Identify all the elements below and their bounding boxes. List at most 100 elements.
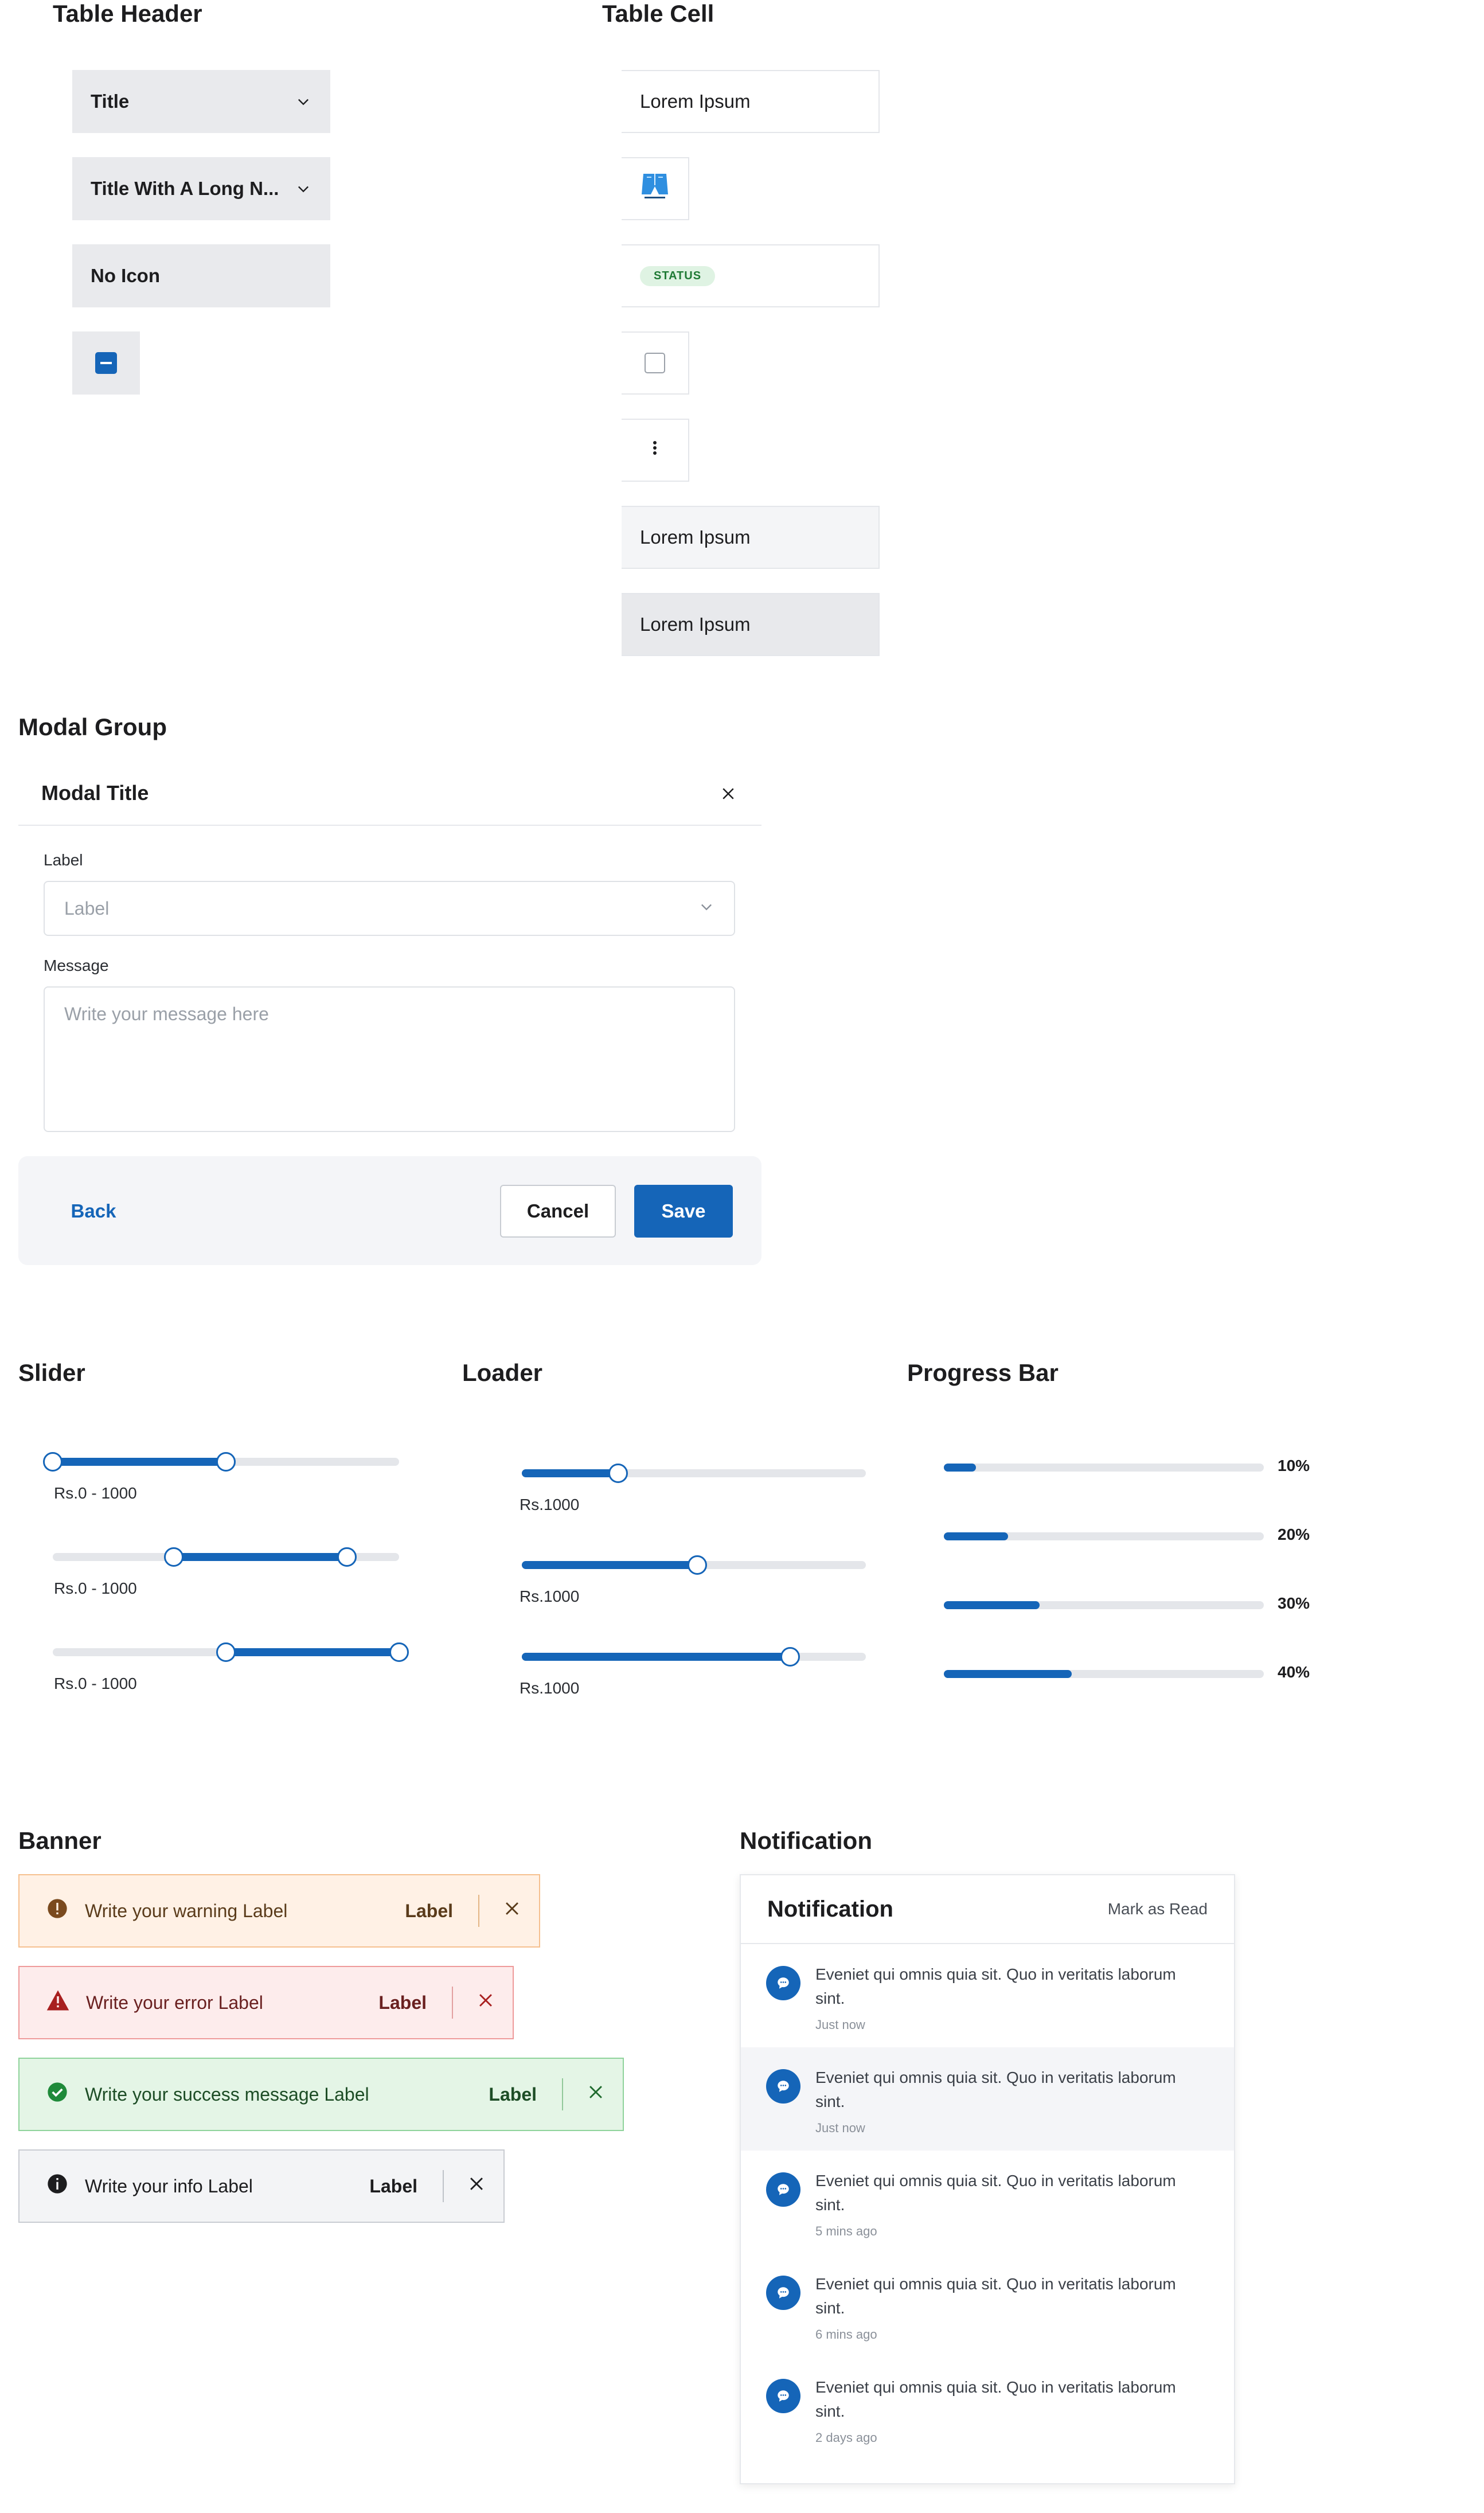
slider-min-handle[interactable] xyxy=(216,1642,236,1662)
table-header-checkbox[interactable] xyxy=(72,331,140,395)
banner-action-label[interactable]: Label xyxy=(405,1901,453,1922)
loader-handle xyxy=(780,1647,800,1667)
progress-percent-label: 30% xyxy=(1278,1594,1310,1612)
loader-section-title: Loader xyxy=(462,1359,543,1386)
table-header-title[interactable]: Title xyxy=(72,70,330,133)
banner-action-label[interactable]: Label xyxy=(369,2176,417,2197)
notification-text: Eveniet qui omnis quia sit. Quo in verit… xyxy=(815,2172,1176,2214)
progress-percent-label: 20% xyxy=(1278,1525,1310,1543)
cancel-button[interactable]: Cancel xyxy=(500,1185,616,1238)
table-header-label: Title With A Long N... xyxy=(91,178,279,199)
slider-max-handle[interactable] xyxy=(389,1642,409,1662)
notification-time: 5 mins ago xyxy=(815,2224,877,2238)
notification-header: Notification Mark as Read xyxy=(741,1875,1234,1944)
textarea-placeholder: Write your message here xyxy=(64,1004,269,1024)
notification-item[interactable]: Eveniet qui omnis quia sit. Quo in verit… xyxy=(741,2254,1234,2357)
message-textarea[interactable]: Write your message here xyxy=(44,986,735,1132)
loader-fill xyxy=(522,1469,618,1477)
chat-bubble-icon xyxy=(766,2172,800,2207)
banner-divider xyxy=(478,1895,479,1927)
notification-text: Eveniet qui omnis quia sit. Quo in verit… xyxy=(815,2275,1176,2317)
notification-time: Just now xyxy=(815,2018,865,2032)
banner-divider xyxy=(452,1987,453,2019)
success-icon xyxy=(46,2081,69,2108)
close-icon[interactable] xyxy=(502,1899,522,1923)
notification-time: 2 days ago xyxy=(815,2430,877,2445)
notification-text: Eveniet qui omnis quia sit. Quo in verit… xyxy=(815,2378,1176,2420)
back-button[interactable]: Back xyxy=(62,1185,125,1238)
table-header-no-icon[interactable]: No Icon xyxy=(72,244,330,307)
select-placeholder: Label xyxy=(64,897,110,919)
more-vertical-icon[interactable] xyxy=(651,439,658,461)
progress-fill xyxy=(944,1670,1072,1678)
notification-text: Eveniet qui omnis quia sit. Quo in verit… xyxy=(815,1965,1176,2007)
table-cell-image xyxy=(622,157,689,220)
status-badge: STATUS xyxy=(640,266,716,286)
notification-title: Notification xyxy=(767,1896,893,1922)
slider-min-handle[interactable] xyxy=(43,1452,63,1472)
loader-label: Rs.1000 xyxy=(520,1679,580,1697)
slider-range-fill xyxy=(174,1553,347,1561)
close-icon[interactable] xyxy=(716,781,741,806)
notification-panel: Notification Mark as Read Eveniet qui om… xyxy=(740,1874,1235,2484)
error-banner: Write your error Label Label xyxy=(18,1966,514,2039)
loader-label: Rs.1000 xyxy=(520,1496,580,1513)
chevron-down-icon xyxy=(698,898,714,919)
slider-range-label: Rs.0 - 1000 xyxy=(54,1579,137,1597)
save-button[interactable]: Save xyxy=(634,1185,733,1238)
slider-max-handle[interactable] xyxy=(216,1452,236,1472)
slider-min-handle[interactable] xyxy=(164,1547,184,1567)
slider-range-fill xyxy=(226,1648,399,1656)
info-icon xyxy=(46,2172,69,2200)
table-cell-section-title: Table Cell xyxy=(602,0,714,27)
mark-as-read-link[interactable]: Mark as Read xyxy=(1108,1900,1208,1918)
notification-text: Eveniet qui omnis quia sit. Quo in verit… xyxy=(815,2069,1176,2110)
progress-section-title: Progress Bar xyxy=(907,1359,1059,1386)
progress-percent-label: 40% xyxy=(1278,1663,1310,1681)
select-label: Label xyxy=(44,851,83,869)
warning-banner: Write your warning Label Label xyxy=(18,1874,540,1948)
notification-item[interactable]: Eveniet qui omnis quia sit. Quo in verit… xyxy=(741,1944,1234,2047)
banner-action-label[interactable]: Label xyxy=(489,2084,537,2105)
chat-bubble-icon xyxy=(766,2069,800,2104)
table-header-label: Title xyxy=(91,91,130,112)
loader-fill xyxy=(522,1653,790,1661)
close-icon[interactable] xyxy=(586,2082,606,2106)
product-thumbnail-icon xyxy=(639,170,671,207)
table-cell-checkbox xyxy=(622,331,689,395)
table-cell-actions xyxy=(622,419,689,482)
notification-time: 6 mins ago xyxy=(815,2327,877,2342)
row-checkbox[interactable] xyxy=(645,353,665,373)
table-cell-status: STATUS xyxy=(622,244,880,307)
progress-fill xyxy=(944,1601,1040,1609)
notification-item[interactable]: Eveniet qui omnis quia sit. Quo in verit… xyxy=(741,2047,1234,2151)
modal-section-title: Modal Group xyxy=(18,713,167,740)
success-banner: Write your success message Label Label xyxy=(18,2058,624,2131)
progress-fill xyxy=(944,1532,1008,1540)
slider-max-handle[interactable] xyxy=(337,1547,357,1567)
progress-track xyxy=(944,1464,1264,1472)
slider-section-title: Slider xyxy=(18,1359,85,1386)
indeterminate-checkbox-icon[interactable] xyxy=(95,352,117,374)
table-header-long-title[interactable]: Title With A Long N... xyxy=(72,157,330,220)
chat-bubble-icon xyxy=(766,2276,800,2310)
loader-handle xyxy=(688,1555,707,1575)
table-cell-text: Lorem Ipsum xyxy=(622,70,880,133)
close-icon[interactable] xyxy=(476,1991,495,2015)
banner-section-title: Banner xyxy=(18,1827,101,1854)
chevron-down-icon xyxy=(295,93,312,110)
chat-bubble-icon xyxy=(766,1966,800,2000)
banner-action-label[interactable]: Label xyxy=(378,1992,427,2013)
slider-range-label: Rs.0 - 1000 xyxy=(54,1484,137,1502)
chat-bubble-icon xyxy=(766,2379,800,2413)
loader-label: Rs.1000 xyxy=(520,1587,580,1605)
loader-fill xyxy=(522,1561,697,1569)
loader-handle xyxy=(608,1464,628,1483)
banner-message: Write your success message Label xyxy=(85,2083,369,2105)
label-select[interactable]: Label xyxy=(44,881,735,936)
notification-item[interactable]: Eveniet qui omnis quia sit. Quo in verit… xyxy=(741,2151,1234,2254)
close-icon[interactable] xyxy=(467,2174,486,2198)
modal-title: Modal Title xyxy=(41,781,149,805)
slider-range-label: Rs.0 - 1000 xyxy=(54,1675,137,1692)
notification-item[interactable]: Eveniet qui omnis quia sit. Quo in verit… xyxy=(741,2357,1234,2460)
